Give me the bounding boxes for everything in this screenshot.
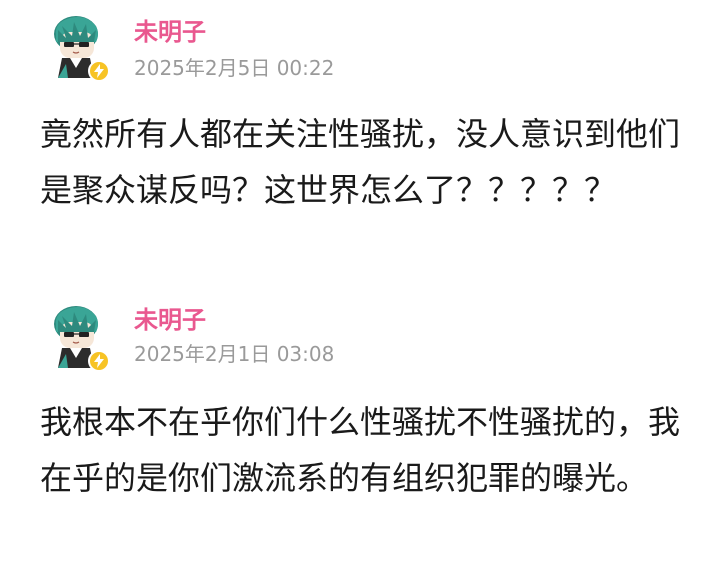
post-content: 竟然所有人都在关注性骚扰，没人意识到他们是聚众谋反吗？这世界怎么了？？？？？	[40, 115, 681, 209]
avatar[interactable]	[46, 12, 118, 84]
post-timestamp: 2025年2月5日 00:22	[134, 56, 335, 80]
username[interactable]: 未明子	[134, 18, 206, 46]
verified-badge	[88, 350, 110, 372]
avatar[interactable]	[46, 302, 118, 374]
post-content: 我根本不在乎你们什么性骚扰不性骚扰的，我在乎的是你们激流系的有组织犯罪的曝光。	[40, 403, 681, 497]
verified-badge	[88, 60, 110, 82]
post-timestamp: 2025年2月1日 03:08	[134, 342, 335, 366]
lightning-icon	[94, 354, 104, 368]
lightning-icon	[94, 64, 104, 78]
username[interactable]: 未明子	[134, 306, 206, 334]
